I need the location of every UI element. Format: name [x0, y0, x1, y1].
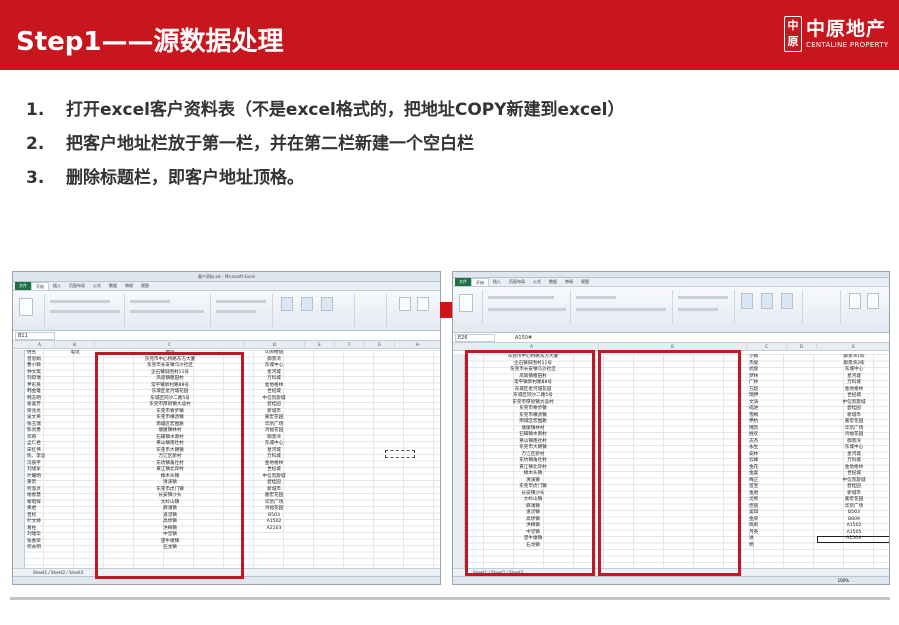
tab-file[interactable]: 文件 — [455, 278, 471, 286]
name-column: 姓名 曾思娟 曹小微 钟文琪 刘琼瑞 尹彩英 韩金雄 韩志明 姜喜芳 梁兆龙 吴文英 张玉瑞 陈剑勇 邓奇… — [27, 350, 55, 552]
name-cell[interactable]: 何永明 — [27, 545, 55, 552]
tab-page-layout[interactable]: 页面布局 — [505, 278, 529, 286]
step-item: 3. 删除标题栏，即客户地址顶格。 — [26, 168, 304, 188]
logo-mark-icon: 中原 — [784, 16, 802, 52]
tab-view[interactable]: 视图 — [577, 278, 593, 286]
excel-title-bar — [453, 272, 889, 278]
column-headers: A B C D E F G H — [13, 341, 440, 349]
step-item: 1. 打开excel客户资料表（不是excel格式的，把地址COPY新建到exce… — [26, 100, 625, 120]
building-cell[interactable]: A2103 — [245, 526, 303, 533]
tab-review[interactable]: 审阅 — [561, 278, 577, 286]
tab-file[interactable]: 文件 — [15, 282, 31, 290]
highlight-address-left — [95, 352, 244, 579]
tab-formulas[interactable]: 公式 — [89, 282, 105, 290]
building-column: 御景湾1栋 御景湾2栋 东城中心 星河城 万科城 金地格林 世纪城 中信凯旋城 碧桂园 新城市 嘉宏… — [819, 354, 889, 543]
tab-home[interactable]: 开始 — [471, 278, 489, 286]
active-cell[interactable] — [817, 536, 889, 543]
tab-formulas[interactable]: 公式 — [529, 278, 545, 286]
tab-review[interactable]: 审阅 — [121, 282, 137, 290]
name-box[interactable]: E26 — [455, 334, 495, 342]
ribbon — [13, 291, 440, 331]
status-bar: 100% — [453, 576, 889, 584]
formula-bar: B11 — [13, 331, 440, 341]
building-column: 认购楼盘 御景湾 东城中心 星河城 万科城 金地格林 世纪城 中信凯旋城 碧桂园 新城市 嘉宏花园华… — [245, 350, 303, 532]
name-box[interactable]: B11 — [15, 332, 55, 340]
phone-header: 电话 — [70, 350, 80, 355]
footer-divider — [10, 597, 890, 600]
tab-page-layout[interactable]: 页面布局 — [65, 282, 89, 290]
step-list: 1. 打开excel客户资料表（不是excel格式的，把地址COPY新建到exce… — [26, 99, 624, 201]
ribbon — [453, 287, 889, 333]
slide-title: Step1——源数据处理 — [16, 27, 284, 57]
ribbon-tabs: 文件 开始 插入 页面布局 公式 数据 审阅 视图 — [13, 282, 440, 291]
step-item: 2. 把客户地址栏放于第一栏，并在第二栏新建一个空白栏 — [26, 134, 474, 154]
selection-marquee — [385, 450, 415, 458]
centaline-logo: 中原 中原地产 CENTALINE PROPERTY — [784, 16, 888, 52]
logo-cn-text: 中原地产 — [806, 18, 887, 40]
excel-title-bar: 客户资料.xls - Microsoft Excel — [13, 272, 440, 282]
ribbon-tabs: 文件 开始 插入 页面布局 公式 数据 审阅 视图 — [453, 278, 889, 287]
tab-insert[interactable]: 插入 — [489, 278, 505, 286]
formula-value[interactable]: A150# — [515, 334, 532, 342]
formula-bar: E26 A150# — [453, 333, 889, 343]
title-banner: Step1——源数据处理 中原 中原地产 CENTALINE PROPERTY — [0, 0, 899, 70]
name-column: 小薇 杰俊 武俊 梦林 广林 方超 瑞伊 文涛 成进 雪梅 伊杭 博凯 胜欢 志杰 永生 安林 云峰 金花 金喜 梅正… — [749, 354, 785, 549]
zoom-level[interactable]: 100% — [838, 578, 849, 583]
tab-home[interactable]: 开始 — [31, 282, 49, 290]
highlight-empty-column — [598, 350, 741, 576]
tab-view[interactable]: 视图 — [137, 282, 153, 290]
tab-data[interactable]: 数据 — [105, 282, 121, 290]
logo-en-text: CENTALINE PROPERTY — [806, 41, 889, 49]
highlight-address-right — [465, 350, 595, 576]
tab-insert[interactable]: 插入 — [49, 282, 65, 290]
name-cell[interactable]: 明 — [749, 543, 785, 550]
tab-data[interactable]: 数据 — [545, 278, 561, 286]
